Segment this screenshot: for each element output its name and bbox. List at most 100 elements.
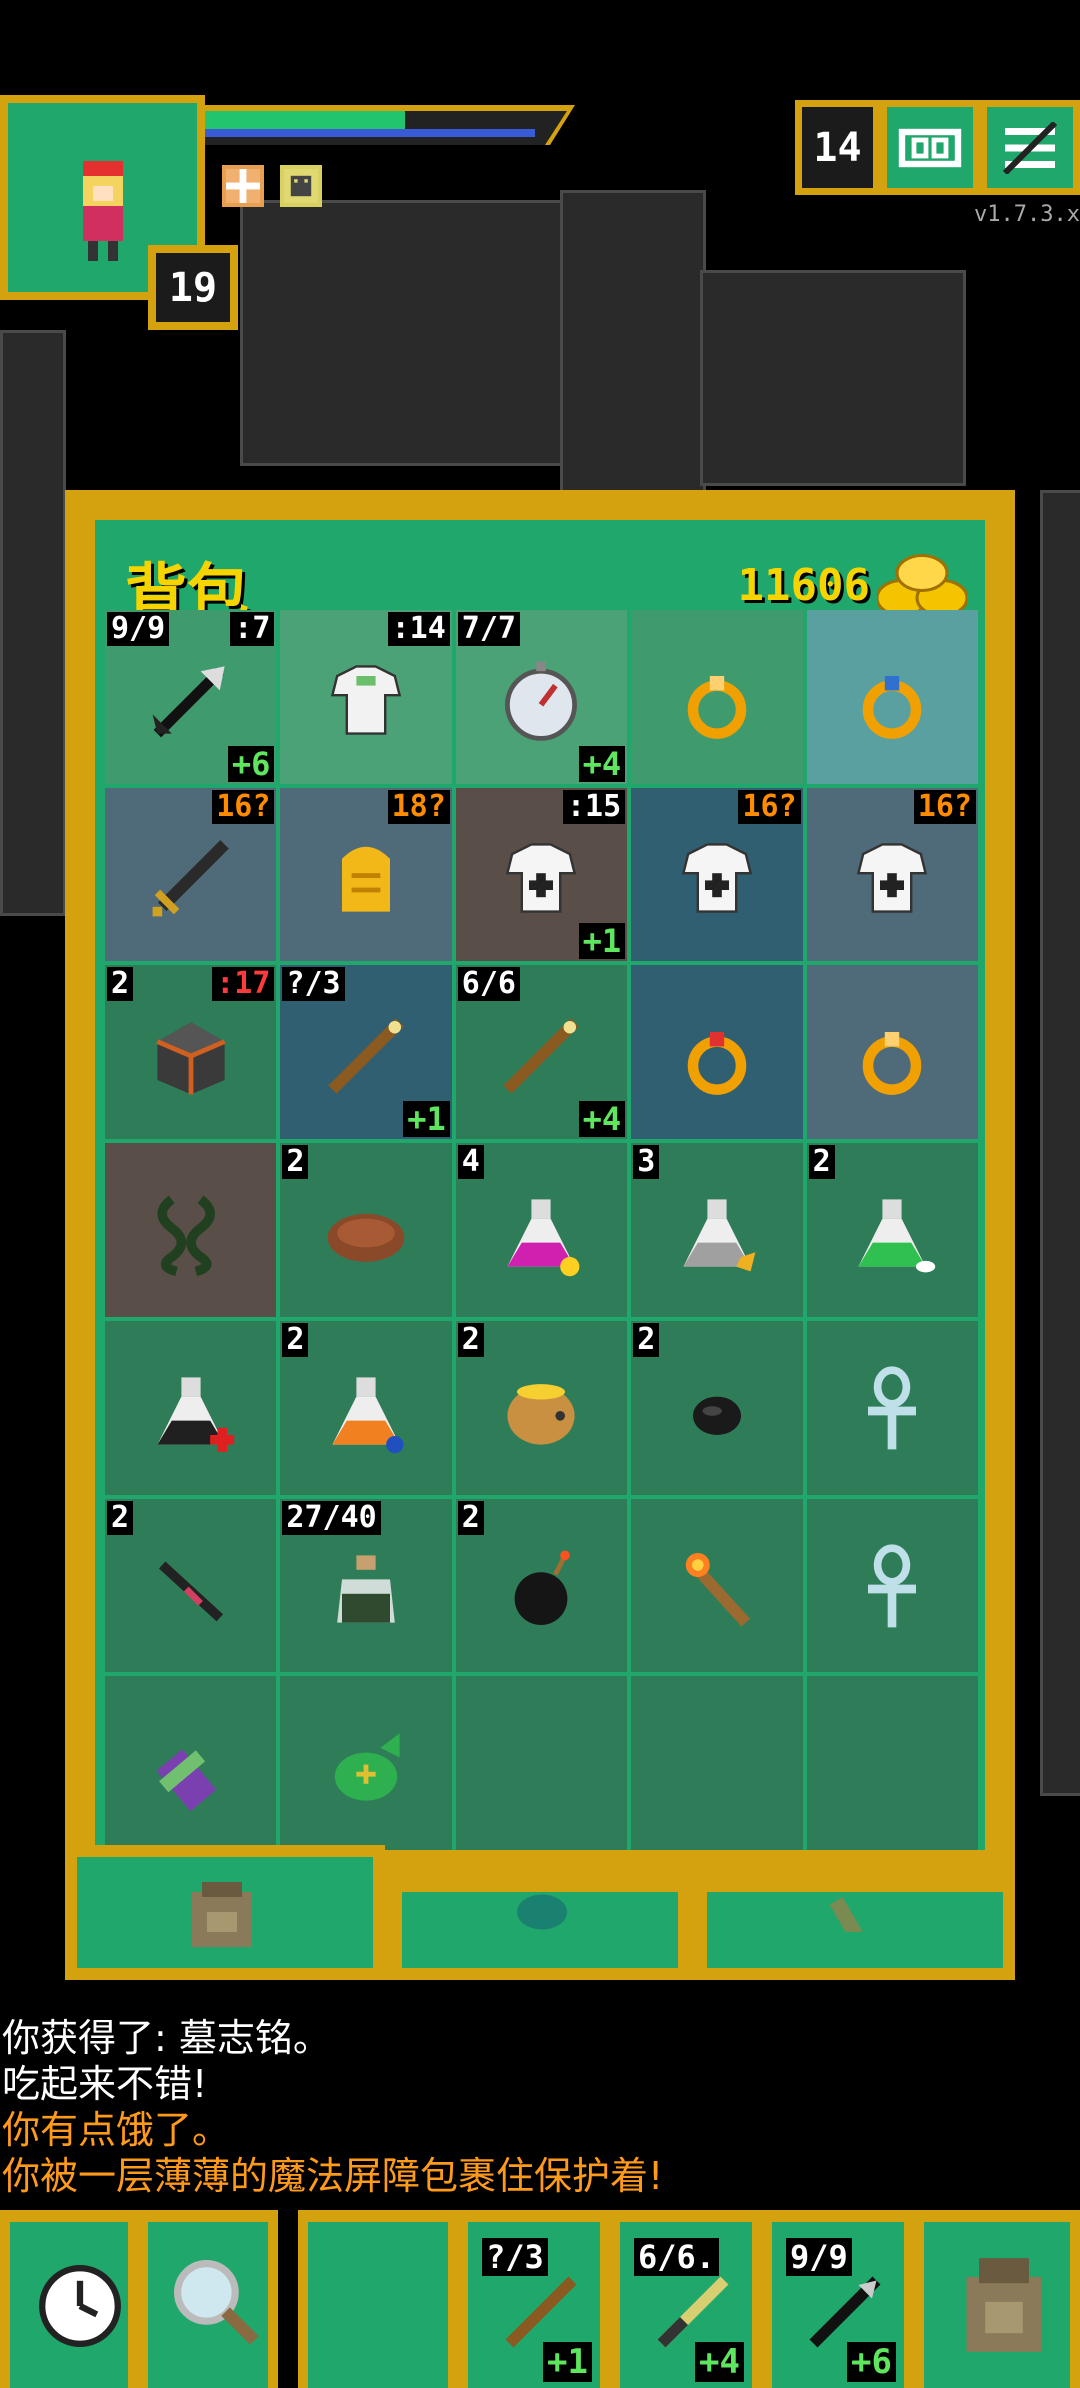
item-level: :14 — [387, 612, 450, 646]
item-quantity: 2 — [633, 1322, 660, 1357]
ring-icon — [863, 1031, 922, 1095]
quickslot-qty: 6/6. — [634, 2238, 720, 2276]
dart-icon — [158, 1561, 223, 1622]
depth-value: 14 — [813, 124, 862, 171]
inventory-slot[interactable] — [631, 1498, 803, 1673]
journal-button[interactable] — [880, 100, 980, 195]
bomb-icon — [515, 1550, 571, 1625]
inventory-slot[interactable] — [105, 1143, 277, 1317]
inventory-slot[interactable] — [806, 1320, 978, 1495]
quickslot-1[interactable]: ?/3 +1 — [458, 2210, 610, 2388]
message-log: 你获得了: 墓志铭。 吃起来不错! 你有点饿了。 你被一层薄薄的魔法屏障包裹住保… — [2, 2015, 1072, 2199]
inventory-slot[interactable]: 18? — [280, 787, 452, 962]
item-quantity: 2 — [457, 1500, 484, 1535]
menu-button[interactable] — [980, 100, 1080, 195]
inventory-slot[interactable]: 3 — [631, 1143, 803, 1317]
clock-icon — [39, 2265, 121, 2347]
inventory-slot[interactable]: 6/6 +4 — [455, 965, 628, 1140]
inventory-slot[interactable]: 2 — [455, 1498, 628, 1673]
inventory-slot[interactable]: 2 — [455, 1320, 628, 1495]
quickslot-upgrade: +1 — [543, 2342, 592, 2382]
item-quantity: 3 — [633, 1145, 660, 1180]
quickslot-upgrade: +6 — [847, 2342, 896, 2382]
tab-backpack[interactable] — [65, 1845, 385, 1980]
armor-icon — [506, 843, 577, 913]
ring-blue-icon — [863, 676, 922, 740]
wait-button[interactable] — [0, 2210, 138, 2388]
item-quantity: 2 — [107, 967, 134, 1002]
inventory-slot[interactable] — [631, 965, 803, 1140]
inventory-slot[interactable]: 2 — [280, 1143, 452, 1317]
backpack-grid: 9/9:7 +6:14 7/7 +4 16? 18?:15 +1 16? 16? 2:17 ?/3 +… — [105, 610, 978, 1850]
inventory-slot[interactable]: 4 — [455, 1143, 628, 1317]
hunger-buff-icon[interactable] — [280, 165, 322, 207]
buff-bar — [222, 165, 322, 207]
item-quantity: 2 — [107, 1500, 134, 1535]
helmet-icon — [156, 1022, 226, 1095]
log-line: 吃起来不错! — [2, 2062, 208, 2106]
inventory-slot[interactable] — [806, 965, 978, 1140]
wand-icon — [328, 1018, 404, 1094]
item-quantity: ?/3 — [282, 967, 345, 1002]
inventory-slot[interactable]: 2 — [806, 1143, 978, 1317]
gold-icon — [877, 554, 967, 617]
inventory-slot[interactable] — [806, 1498, 978, 1673]
inventory-slot[interactable]: 9/9:7 +6 — [105, 610, 277, 784]
barrier-buff-icon[interactable] — [222, 165, 264, 207]
item-level: :7 — [230, 612, 275, 646]
torch-icon — [685, 1552, 750, 1627]
inventory-slot[interactable]: 2 — [105, 1498, 277, 1673]
quickslot-2[interactable]: 6/6. +4 — [610, 2210, 762, 2388]
inventory-slot[interactable]: 16? — [631, 787, 803, 962]
armor-icon — [857, 843, 928, 913]
quickslot-empty[interactable] — [298, 2210, 458, 2388]
ring-red-icon — [687, 1031, 747, 1095]
menu-icon — [1002, 121, 1058, 174]
item-quantity: 6/6 — [457, 967, 520, 1002]
hero-sprite-icon — [83, 161, 123, 261]
potion-grey-icon — [683, 1199, 756, 1272]
honey-pot-icon — [507, 1384, 576, 1445]
search-button[interactable] — [138, 2210, 278, 2388]
inventory-slot[interactable]: 2 — [280, 1320, 452, 1495]
inventory-slot[interactable] — [105, 1676, 277, 1850]
item-level: 16? — [738, 789, 801, 824]
depth-button[interactable]: 14 — [795, 100, 880, 195]
inventory-slot[interactable]: 2 — [631, 1320, 803, 1495]
backpack-tab-icon — [192, 1882, 252, 1947]
item-quantity: 2 — [457, 1322, 484, 1357]
inventory-slot[interactable] — [806, 1676, 978, 1850]
inventory-slot[interactable] — [280, 1676, 452, 1850]
quickslot-upgrade: +4 — [695, 2342, 744, 2382]
inventory-button[interactable] — [914, 2210, 1080, 2388]
inventory-slot[interactable] — [631, 1676, 803, 1850]
seed-pouch-icon — [334, 1732, 400, 1801]
inventory-slot[interactable]: 2 :17 — [105, 965, 277, 1140]
inventory-slot[interactable] — [631, 610, 803, 784]
tab-seed-pouch[interactable] — [390, 1880, 690, 1980]
inventory-slot[interactable]: :15 +1 — [455, 787, 628, 962]
backpack-icon — [966, 2258, 1042, 2352]
item-level: :17 — [212, 967, 275, 1002]
item-level: 16? — [212, 789, 275, 824]
inventory-slot[interactable]: 27/40 — [280, 1498, 452, 1673]
inventory-slot[interactable]: 16? — [105, 787, 277, 962]
inventory-slot[interactable]: ?/3 +1 — [280, 965, 452, 1140]
tombstone-icon — [342, 846, 391, 912]
ankh-icon — [868, 1544, 917, 1628]
inventory-slot[interactable] — [806, 610, 978, 784]
inventory-slot[interactable]: 16? — [806, 787, 978, 962]
hero-level-badge: 19 — [148, 245, 238, 330]
scroll-tab-icon — [829, 1897, 863, 1932]
log-line: 你获得了: 墓志铭。 — [2, 2016, 331, 2060]
inventory-slot[interactable]: 7/7 +4 — [455, 610, 628, 784]
tab-scroll-holder[interactable] — [695, 1880, 1015, 1980]
version-label: v1.7.3.x — [974, 202, 1080, 227]
health-bar — [205, 105, 575, 145]
inventory-slot[interactable] — [105, 1320, 277, 1495]
quickslot-3[interactable]: 9/9 +6 — [762, 2210, 914, 2388]
item-upgrade: +6 — [227, 745, 275, 782]
inventory-slot[interactable] — [455, 1676, 628, 1850]
inventory-slot[interactable]: :14 — [280, 610, 452, 784]
item-quantity: 27/40 — [282, 1500, 381, 1535]
